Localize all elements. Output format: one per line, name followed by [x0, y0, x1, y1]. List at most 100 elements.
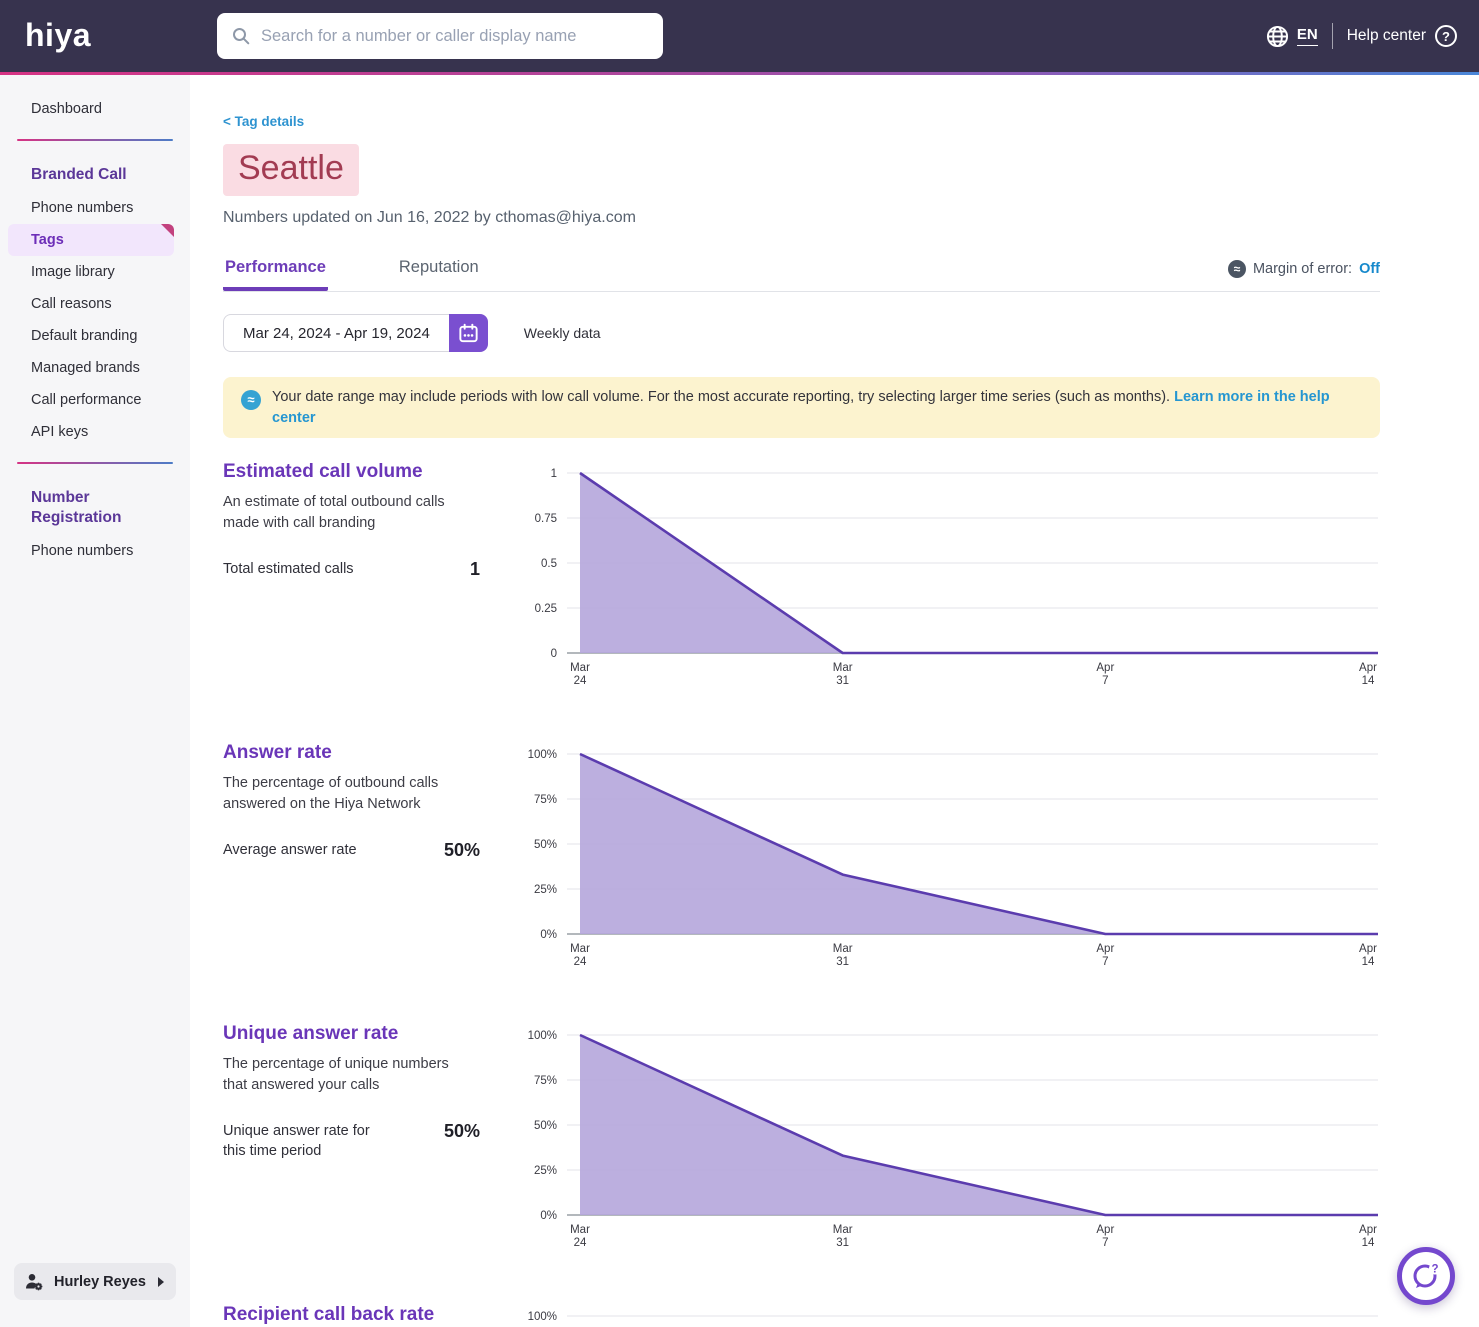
sidebar-item-phone-numbers[interactable]: Phone numbers [0, 192, 190, 224]
margin-of-error-toggle[interactable]: ≈ Margin of error: Off [1227, 260, 1380, 278]
answer-rate-chart: 100%75%50%25%0%Mar24Mar31Apr7Apr14 [528, 749, 1378, 968]
top-navbar: hiya EN Help center ? [0, 0, 1479, 72]
svg-text:Mar: Mar [570, 943, 590, 955]
search-input[interactable] [261, 26, 649, 46]
sidebar-item-dashboard[interactable]: Dashboard [0, 75, 190, 125]
svg-text:75%: 75% [534, 794, 557, 806]
svg-text:100%: 100% [528, 1030, 557, 1042]
estimated-call-volume-chart: 10.750.50.250Mar24Mar31Apr7Apr14 [535, 468, 1378, 687]
svg-text:50%: 50% [534, 1120, 557, 1132]
metric-label: Total estimated calls [223, 561, 354, 578]
svg-text:Apr: Apr [1359, 1224, 1377, 1236]
metric-value: 50% [443, 840, 480, 861]
user-name: Hurley Reyes [54, 1273, 146, 1290]
svg-text:Apr: Apr [1096, 943, 1114, 955]
active-fold-corner [161, 224, 174, 238]
navbar-gradient-underline [0, 72, 1479, 75]
svg-text:Mar: Mar [570, 662, 590, 674]
svg-text:0%: 0% [540, 1210, 557, 1222]
svg-text:14: 14 [1362, 675, 1375, 687]
user-settings-icon [26, 1273, 43, 1290]
svg-text:?: ? [1431, 1264, 1438, 1276]
margin-of-error-label: Margin of error: [1252, 261, 1353, 277]
svg-text:14: 14 [1362, 1237, 1375, 1249]
svg-text:25%: 25% [534, 1165, 557, 1177]
help-question-icon: ? [1435, 25, 1457, 47]
svg-text:14: 14 [1362, 956, 1375, 968]
banner-message: Your date range may include periods with… [272, 389, 1175, 405]
date-range-input[interactable]: Mar 24, 2024 - Apr 19, 2024 [223, 314, 449, 352]
sidebar-item-api-keys[interactable]: API keys [0, 416, 190, 448]
svg-text:50%: 50% [534, 839, 557, 851]
svg-text:31: 31 [836, 1237, 849, 1249]
svg-text:25%: 25% [534, 884, 557, 896]
page-subtitle: Numbers updated on Jun 16, 2022 by cthom… [223, 209, 636, 226]
svg-text:24: 24 [574, 1237, 587, 1249]
svg-text:0.25: 0.25 [535, 603, 557, 615]
metric-value: 1 [469, 559, 480, 580]
chat-question-icon: ? [1413, 1262, 1441, 1288]
tab-performance[interactable]: Performance [223, 252, 328, 291]
svg-text:7: 7 [1102, 675, 1108, 687]
tabs: Performance Reputation ≈ Margin of error… [223, 252, 1380, 292]
svg-text:0%: 0% [540, 929, 557, 941]
chart-title: Estimated call volume [223, 461, 423, 483]
calendar-icon [459, 323, 478, 342]
svg-text:75%: 75% [534, 1075, 557, 1087]
chart-description: An estimate of total outbound calls made… [223, 494, 445, 532]
section-recipient-call-back-rate: Recipient call back rate The percentage … [223, 1304, 1380, 1327]
svg-text:Apr: Apr [1359, 662, 1377, 674]
sidebar-item-call-reasons[interactable]: Call reasons [0, 288, 190, 320]
sidebar-item-tags[interactable]: Tags [8, 224, 174, 257]
nav-divider [1331, 23, 1333, 49]
language-selector[interactable]: EN [1266, 25, 1318, 48]
chart-description: The percentage of outbound calls answere… [223, 775, 439, 813]
global-search[interactable] [217, 13, 663, 59]
svg-text:Mar: Mar [570, 1224, 590, 1236]
help-center-link[interactable]: Help center ? [1347, 25, 1457, 47]
main-content: < Tag details Seattle Numbers updated on… [223, 75, 1380, 1327]
sidebar-item-tags-label: Tags [31, 232, 64, 249]
sidebar-item-registration-phone-numbers[interactable]: Phone numbers [0, 535, 190, 567]
metric-label: Unique answer rate for this time period [223, 1123, 370, 1160]
svg-text:Mar: Mar [833, 1224, 853, 1236]
sidebar-section-branded-call: Branded Call [31, 166, 127, 183]
language-code[interactable]: EN [1296, 26, 1318, 46]
granularity-label: Weekly data [523, 325, 601, 341]
metric-value: 50% [443, 1121, 480, 1142]
chart-title: Answer rate [223, 742, 332, 764]
globe-icon [1266, 25, 1288, 47]
chart-title: Recipient call back rate [223, 1304, 435, 1326]
svg-text:31: 31 [836, 956, 849, 968]
calendar-button[interactable] [448, 314, 488, 352]
user-menu[interactable]: Hurley Reyes [14, 1263, 176, 1300]
support-chat-button[interactable]: ? [1397, 1247, 1455, 1305]
svg-text:0.75: 0.75 [535, 513, 557, 525]
back-to-tag-details-link[interactable]: < Tag details [223, 114, 304, 129]
sidebar-item-image-library[interactable]: Image library [0, 256, 190, 288]
tab-reputation[interactable]: Reputation [397, 252, 481, 291]
metric-label: Average answer rate [223, 842, 357, 859]
sidebar-divider [17, 462, 173, 465]
section-unique-answer-rate: Unique answer rate The percentage of uni… [223, 1023, 1380, 1255]
svg-text:24: 24 [574, 956, 587, 968]
svg-text:Mar: Mar [833, 943, 853, 955]
help-center-label: Help center [1346, 27, 1426, 44]
sidebar: Dashboard Branded Call Phone numbers Tag… [0, 75, 190, 1327]
svg-text:1: 1 [551, 468, 557, 480]
page-title: Seattle [223, 144, 359, 196]
svg-text:0.5: 0.5 [541, 558, 557, 570]
sidebar-item-managed-brands[interactable]: Managed brands [0, 352, 190, 384]
sidebar-item-default-branding[interactable]: Default branding [0, 320, 190, 352]
svg-text:0: 0 [551, 648, 557, 660]
margin-of-error-value[interactable]: Off [1359, 261, 1380, 277]
section-estimated-call-volume: Estimated call volume An estimate of tot… [223, 461, 1380, 693]
svg-text:Apr: Apr [1359, 943, 1377, 955]
date-filter-row: Mar 24, 2024 - Apr 19, 2024 Weekly data [223, 314, 1380, 352]
section-answer-rate: Answer rate The percentage of outbound c… [223, 742, 1380, 974]
svg-text:100%: 100% [528, 1311, 557, 1323]
sidebar-item-call-performance[interactable]: Call performance [0, 384, 190, 416]
svg-text:Mar: Mar [833, 662, 853, 674]
svg-text:Apr: Apr [1096, 662, 1114, 674]
banner-text: Your date range may include periods with… [272, 387, 1362, 428]
